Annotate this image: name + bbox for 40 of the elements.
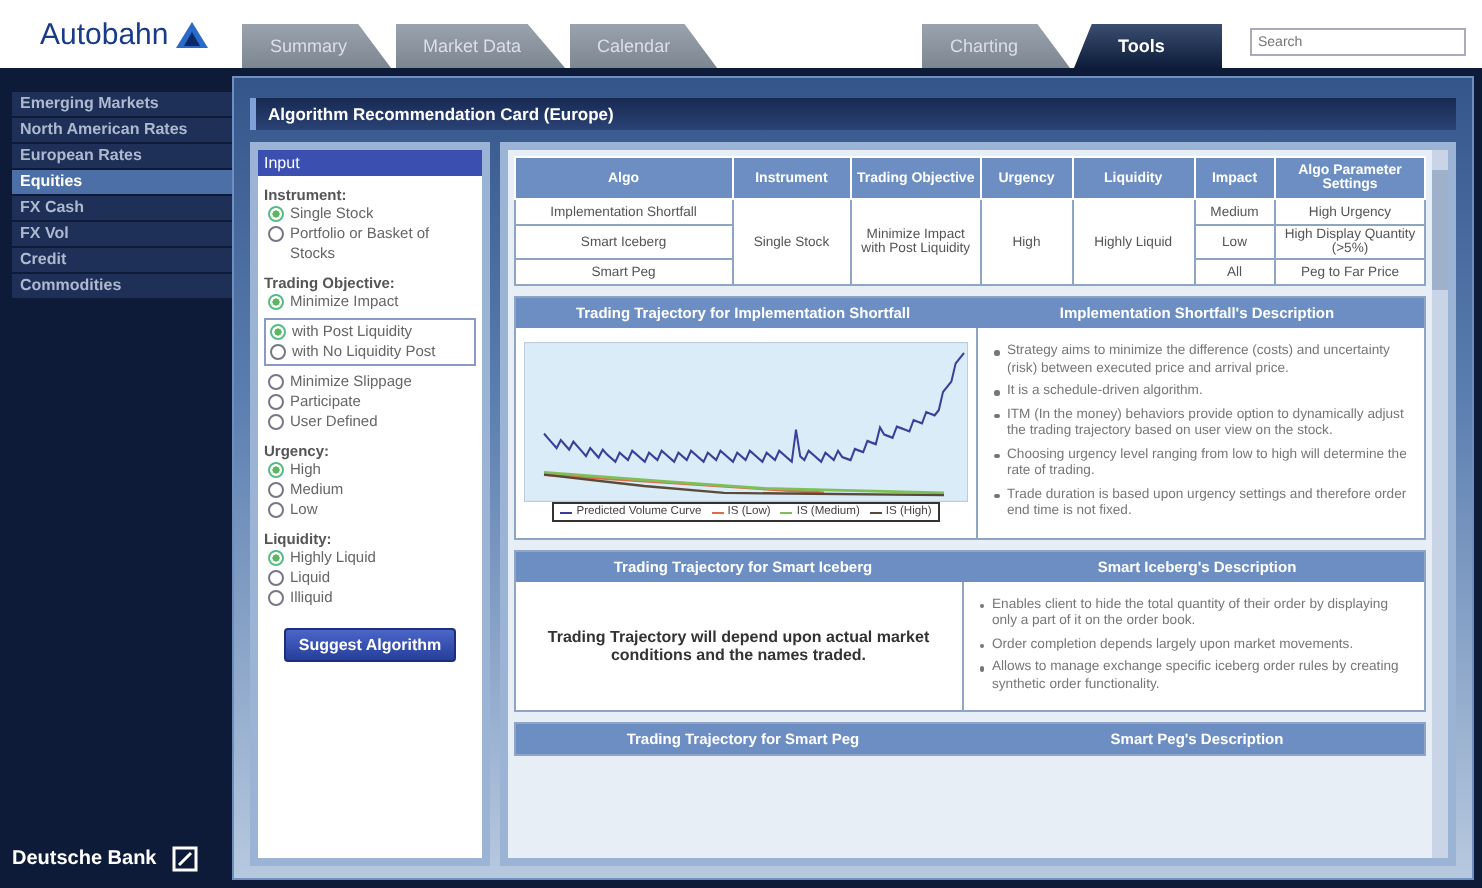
sidebar-item[interactable]: Emerging Markets	[12, 92, 232, 116]
bullet-icon	[994, 413, 999, 418]
trajectory-note: Trading Trajectory will depend upon actual market conditions and the names traded.	[545, 627, 932, 664]
bullet-icon	[994, 493, 999, 498]
sidebar-item[interactable]: Commodities	[12, 274, 232, 298]
radio-button[interactable]	[268, 502, 284, 518]
brand-name: Deutsche Bank	[12, 848, 157, 870]
radio-button[interactable]	[268, 550, 284, 566]
radio-button[interactable]	[268, 482, 284, 498]
logo: Autobahn	[40, 17, 169, 51]
suggest-button[interactable]: Suggest Algorithm	[284, 628, 456, 662]
bullet-icon	[994, 350, 999, 355]
radio-button[interactable]	[268, 570, 284, 586]
radio-button[interactable]	[268, 414, 284, 430]
input-title: Input	[258, 150, 482, 176]
scrollbar[interactable]	[1432, 150, 1448, 858]
sidebar-item[interactable]: Equities	[12, 170, 232, 194]
bullet-icon	[994, 390, 999, 395]
bullet-icon	[994, 453, 999, 458]
sidebar-item[interactable]: FX Cash	[12, 196, 232, 220]
panel-title: Algorithm Recommendation Card (Europe)	[250, 98, 1456, 130]
radio-button[interactable]	[268, 374, 284, 390]
radio-button[interactable]	[268, 206, 284, 222]
sidebar-item[interactable]: FX Vol	[12, 222, 232, 246]
radio-button[interactable]	[268, 226, 284, 242]
radio-button[interactable]	[268, 294, 284, 310]
radio-button[interactable]	[268, 462, 284, 478]
radio-button[interactable]	[270, 344, 286, 360]
tab[interactable]: Tools	[1074, 24, 1222, 68]
sidebar-item[interactable]: Credit	[12, 248, 232, 272]
bullet-icon	[979, 603, 984, 608]
sidebar-item[interactable]: North American Rates	[12, 118, 232, 142]
radio-button[interactable]	[268, 590, 284, 606]
radio-button[interactable]	[270, 324, 286, 340]
triangle-logo-icon	[176, 21, 209, 47]
slash-square-icon	[172, 846, 199, 872]
sidebar-item[interactable]: European Rates	[12, 144, 232, 168]
bullet-icon	[979, 643, 984, 648]
bullet-icon	[979, 666, 984, 671]
radio-button[interactable]	[268, 394, 284, 410]
